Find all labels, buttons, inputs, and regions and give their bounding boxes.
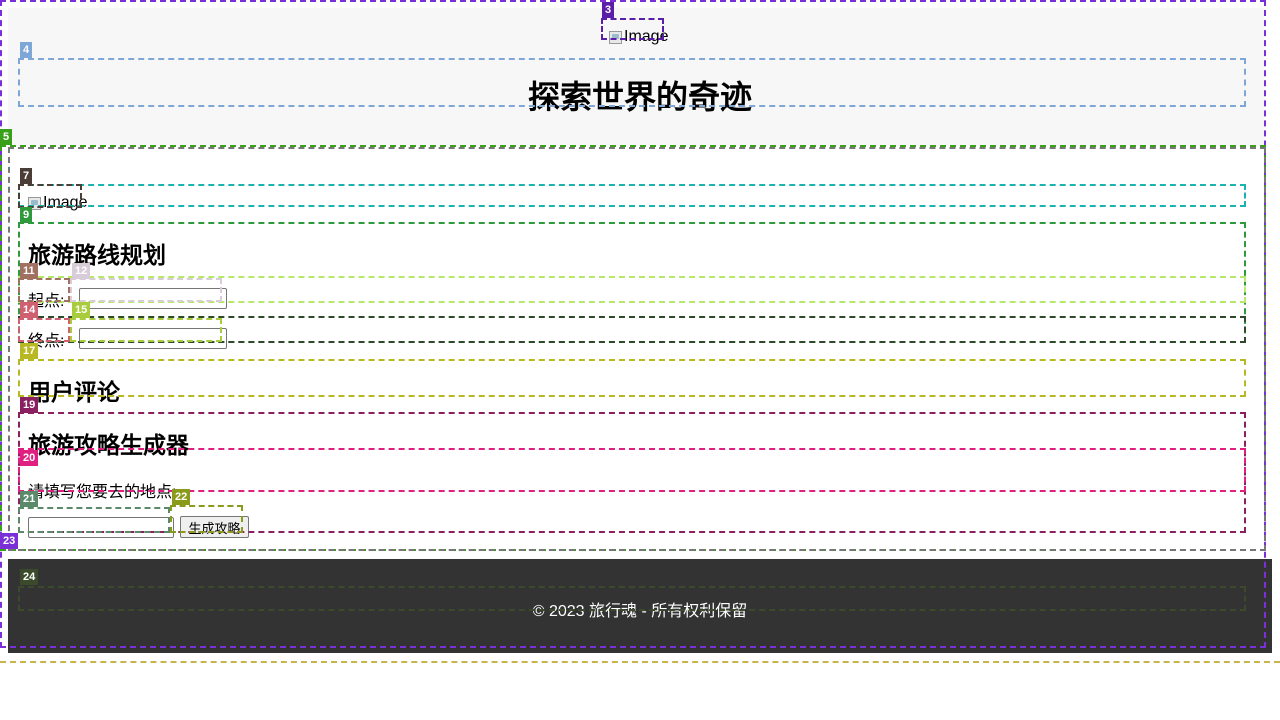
overlay-tag: 21 (20, 491, 39, 507)
overlay-tag: 9 (20, 207, 33, 223)
overlay-box (18, 586, 1246, 611)
overlay-tag: 20 (20, 450, 39, 466)
overlay-box (18, 448, 1246, 492)
overlay-box (18, 278, 70, 302)
overlay-tag: 17 (20, 343, 39, 359)
overlay-tag: 24 (20, 569, 39, 585)
overlay-box (18, 58, 1246, 107)
overlay-box (18, 359, 1246, 397)
overlay-box (18, 184, 82, 208)
overlay-box (70, 318, 222, 342)
overlay-tag: 3 (602, 2, 615, 18)
overlay-tag: 23 (0, 533, 19, 549)
overlay-tag: 12 (72, 263, 91, 279)
overlay-tag: 19 (20, 397, 39, 413)
overlay-tag: 14 (20, 302, 39, 318)
overlay-box (170, 505, 243, 533)
overlay-tag: 11 (20, 263, 38, 279)
overlay-tag: 4 (20, 42, 33, 58)
overlay-box (70, 278, 222, 302)
overlay-tag: 15 (72, 302, 91, 318)
overlay-box (18, 318, 70, 342)
overlay-box (18, 507, 170, 533)
overlay-box (601, 18, 664, 40)
overlay-tag: 5 (0, 129, 13, 145)
overlay-tag: 7 (20, 168, 33, 184)
overlay-tag: 22 (172, 489, 191, 505)
overlay-box (18, 184, 1246, 207)
